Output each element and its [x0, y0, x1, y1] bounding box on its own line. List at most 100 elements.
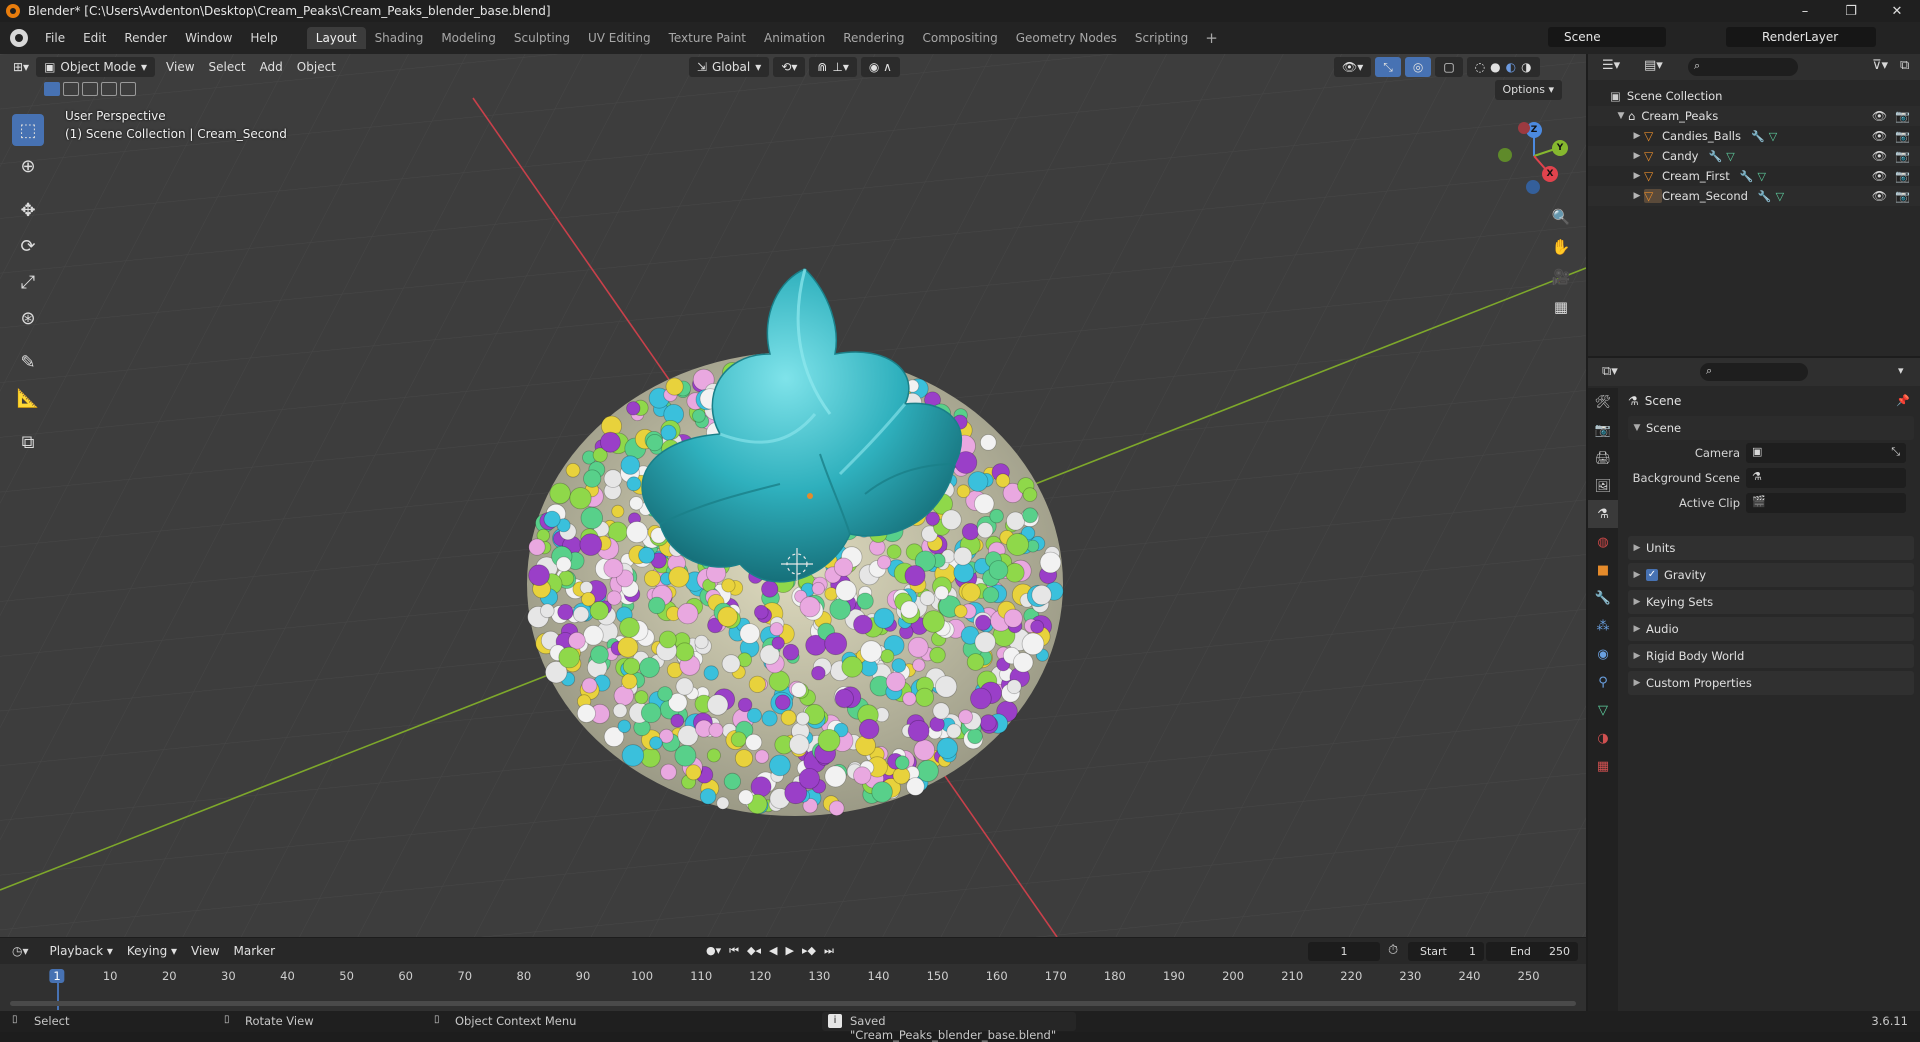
object-tab-icon[interactable]: ■	[1588, 556, 1618, 584]
menu-add[interactable]: Add	[253, 57, 290, 77]
tab-rendering[interactable]: Rendering	[834, 27, 913, 49]
minimize-button[interactable]: –	[1782, 0, 1828, 22]
expand-arrow-icon[interactable]: ▶	[1630, 131, 1644, 141]
timeline-editor-icon[interactable]: ◷▾	[12, 944, 29, 958]
eye-icon[interactable]: 👁	[1872, 189, 1887, 203]
mesh-data-icon[interactable]: ▽	[1758, 170, 1766, 183]
mesh-data-icon[interactable]: ▽	[1776, 190, 1784, 203]
section-audio[interactable]: ▶ Audio	[1628, 617, 1914, 641]
tab-texture-paint[interactable]: Texture Paint	[660, 27, 755, 49]
eyedropper-icon[interactable]: ⤡	[1891, 445, 1900, 459]
expand-arrow-icon[interactable]: ▶	[1630, 171, 1644, 181]
close-button[interactable]: ✕	[1874, 0, 1920, 22]
camera-field[interactable]: ▣ ⤡	[1746, 443, 1906, 463]
gizmo-x-axis[interactable]: X	[1542, 166, 1558, 182]
mesh-data-icon[interactable]: ▽	[1726, 150, 1734, 163]
outliner-editor-icon[interactable]: ☰▾	[1602, 58, 1620, 73]
constraints-tab-icon[interactable]: ⚲	[1588, 668, 1618, 696]
clock-icon[interactable]: ⏱	[1388, 943, 1398, 958]
properties-editor-icon[interactable]: ⧉▾	[1602, 364, 1618, 379]
camera-icon[interactable]: 📷	[1895, 109, 1910, 123]
expand-arrow-icon[interactable]: ▼	[1614, 111, 1628, 121]
editor-type-icon[interactable]: ⊞▾	[6, 57, 36, 77]
scene-tab-icon[interactable]: ⚗	[1588, 500, 1618, 528]
zoom-icon[interactable]: 🔍	[1548, 204, 1574, 230]
snap-toggle[interactable]: ⋒ ⊥▾	[809, 57, 857, 77]
cursor-tool-icon[interactable]: ⊕	[12, 150, 44, 182]
3d-viewport[interactable]: ⊞▾ ▣ Object Mode ▾ View Select Add Object …	[0, 54, 1586, 937]
section-rigid-body-world[interactable]: ▶ Rigid Body World	[1628, 644, 1914, 668]
play-reverse-icon[interactable]: ◀	[769, 944, 777, 958]
tab-layout[interactable]: Layout	[306, 27, 366, 49]
select-mode-buttons[interactable]	[44, 82, 136, 96]
select-extend-icon[interactable]	[63, 82, 79, 96]
render-tab-icon[interactable]: 📷	[1588, 416, 1618, 444]
display-mode-icon[interactable]: ▤▾	[1644, 58, 1663, 73]
particles-tab-icon[interactable]: ⁂	[1588, 612, 1618, 640]
outliner-collection-cream-peaks[interactable]: ▼ ⌂ Cream_Peaks 👁 📷	[1588, 106, 1920, 126]
transform-tool-icon[interactable]: ⊛	[12, 302, 44, 334]
filter-icon[interactable]: ⊽▾	[1872, 58, 1888, 73]
tab-uv-editing[interactable]: UV Editing	[579, 27, 660, 49]
blender-menu-icon[interactable]	[10, 29, 28, 47]
gizmo-neg-x[interactable]	[1518, 122, 1530, 134]
shading-modes[interactable]: ◌ ● ◐ ◑	[1466, 57, 1540, 77]
menu-view[interactable]: View	[184, 944, 226, 958]
play-icon[interactable]: ▶	[785, 944, 793, 958]
eye-icon[interactable]: 👁	[1872, 149, 1887, 163]
saved-report[interactable]: i Saved "Cream_Peaks_blender_base.blend"	[822, 1012, 1076, 1042]
tool-tab-icon[interactable]: 🛠	[1588, 388, 1618, 416]
menu-playback[interactable]: Playback ▾	[43, 944, 120, 958]
camera-icon[interactable]: 📷	[1895, 129, 1910, 143]
pan-hand-icon[interactable]: ✋	[1548, 234, 1574, 260]
gizmo-toggle[interactable]: ⤡	[1375, 57, 1401, 77]
active-clip-field[interactable]: 🎬	[1746, 493, 1906, 513]
gizmo-neg-y[interactable]	[1498, 148, 1512, 162]
menu-object[interactable]: Object	[290, 57, 343, 77]
camera-icon[interactable]: 📷	[1895, 189, 1910, 203]
camera-icon[interactable]: 📷	[1895, 149, 1910, 163]
outliner-item-candy[interactable]: ▶ ▽ Candy 🔧 ▽ 👁 📷	[1588, 146, 1920, 166]
overlay-toggle[interactable]: ◎	[1404, 57, 1432, 77]
world-tab-icon[interactable]: ◍	[1588, 528, 1618, 556]
select-box-tool-icon[interactable]: ⬚	[12, 114, 44, 146]
tab-geometry-nodes[interactable]: Geometry Nodes	[1007, 27, 1126, 49]
properties-search-input[interactable]: ⌕	[1700, 363, 1808, 381]
tab-modeling[interactable]: Modeling	[432, 27, 505, 49]
mode-dropdown[interactable]: ▣ Object Mode ▾	[36, 57, 156, 77]
menu-view[interactable]: View	[159, 57, 201, 77]
data-tab-icon[interactable]: ▽	[1588, 696, 1618, 724]
xray-toggle[interactable]: ▢	[1435, 57, 1463, 77]
tab-scripting[interactable]: Scripting	[1126, 27, 1197, 49]
select-new-icon[interactable]	[44, 82, 60, 96]
add-workspace-button[interactable]: +	[1197, 29, 1226, 47]
menu-edit[interactable]: Edit	[74, 27, 115, 49]
maximize-button[interactable]: ❐	[1828, 0, 1874, 22]
section-gravity[interactable]: ▶ ✓ Gravity	[1628, 563, 1914, 587]
view-layer-selector[interactable]: RenderLayer	[1726, 27, 1876, 47]
outliner-search-input[interactable]: ⌕	[1688, 58, 1798, 76]
background-scene-field[interactable]: ⚗	[1746, 468, 1906, 488]
physics-tab-icon[interactable]: ◉	[1588, 640, 1618, 668]
prev-keyframe-icon[interactable]: ◆◂	[747, 944, 761, 958]
wrench-icon[interactable]: 🔧	[1708, 150, 1722, 163]
outliner-scene-collection[interactable]: ▣ Scene Collection	[1588, 86, 1920, 106]
perspective-toggle-icon[interactable]: ▦	[1548, 294, 1574, 320]
section-scene[interactable]: ▼ Scene	[1628, 416, 1914, 440]
proportional-edit-toggle[interactable]: ◉ ∧	[860, 57, 900, 77]
measure-tool-icon[interactable]: 📐	[12, 382, 44, 414]
menu-window[interactable]: Window	[176, 27, 241, 49]
end-frame-field[interactable]: End 250	[1486, 942, 1578, 961]
add-cube-tool-icon[interactable]: ⧉	[12, 426, 44, 458]
pivot-dropdown[interactable]: ⟲▾	[773, 57, 806, 77]
wrench-icon[interactable]: 🔧	[1758, 190, 1772, 203]
current-frame-field[interactable]: 1	[1308, 942, 1380, 961]
select-invert-icon[interactable]	[101, 82, 117, 96]
gizmo-neg-z[interactable]	[1526, 180, 1540, 194]
view-layer-tab-icon[interactable]: 🖼	[1588, 472, 1618, 500]
scene-selector[interactable]: Scene	[1548, 27, 1666, 47]
modifier-tab-icon[interactable]: 🔧	[1588, 584, 1618, 612]
menu-help[interactable]: Help	[241, 27, 286, 49]
jump-end-icon[interactable]: ⏭	[824, 944, 834, 958]
outliner-item-candies-balls[interactable]: ▶ ▽ Candies_Balls 🔧 ▽ 👁 📷	[1588, 126, 1920, 146]
